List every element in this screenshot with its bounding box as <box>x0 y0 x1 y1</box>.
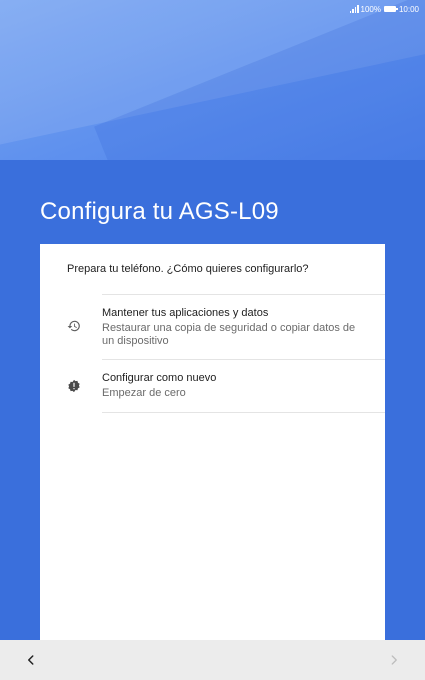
status-time: 10:00 <box>398 4 419 14</box>
chevron-right-icon <box>391 655 397 665</box>
option-setup-as-new[interactable]: Configurar como nuevo Empezar de cero <box>40 360 385 412</box>
signal-icon <box>349 5 359 13</box>
divider <box>102 412 385 413</box>
new-setup-badge-icon <box>67 379 81 393</box>
battery-level: 100% <box>360 4 381 14</box>
option-subtitle: Empezar de cero <box>102 387 186 399</box>
card-heading: Prepara tu teléfono. ¿Cómo quieres confi… <box>67 263 309 275</box>
status-bar: 100% 10:00 <box>0 0 425 18</box>
page-title: Configura tu AGS-L09 <box>40 198 279 225</box>
setup-options-card: Prepara tu teléfono. ¿Cómo quieres confi… <box>40 244 385 640</box>
header-background <box>0 0 425 160</box>
setup-screen: 100% 10:00 Configura tu AGS-L09 Prepara … <box>0 0 425 680</box>
back-button[interactable] <box>22 651 40 669</box>
chevron-left-icon <box>28 655 34 665</box>
next-button[interactable] <box>385 651 403 669</box>
option-title: Mantener tus aplicaciones y datos <box>102 307 269 319</box>
option-subtitle: Restaurar una copia de seguridad o copia… <box>102 322 356 347</box>
bottom-navigation-bar <box>0 640 425 680</box>
restore-history-icon <box>67 319 81 333</box>
battery-icon <box>383 6 398 12</box>
option-title: Configurar como nuevo <box>102 372 217 384</box>
option-keep-apps-data[interactable]: Mantener tus aplicaciones y datos Restau… <box>40 295 385 359</box>
